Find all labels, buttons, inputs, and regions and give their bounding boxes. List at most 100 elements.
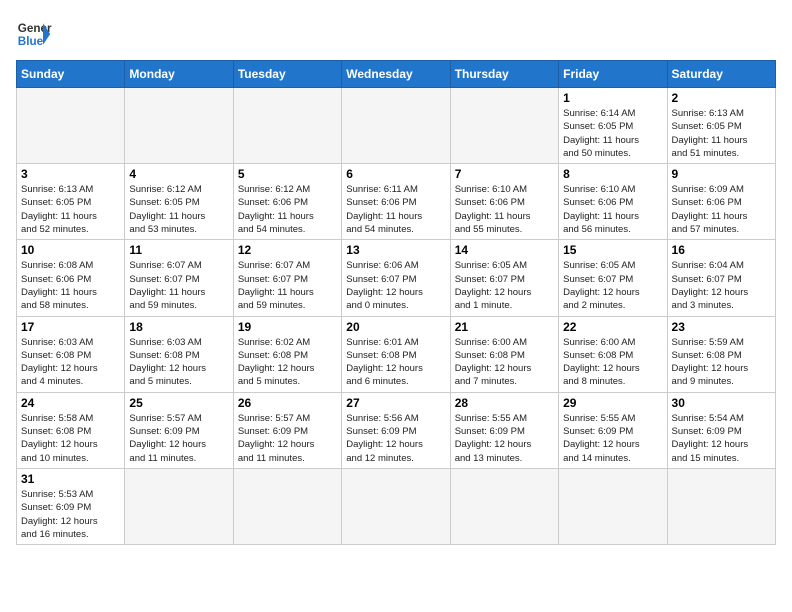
calendar-cell [450,88,558,164]
day-info: Sunrise: 6:05 AM Sunset: 6:07 PM Dayligh… [455,259,554,312]
calendar-week-3: 17 Sunrise: 6:03 AM Sunset: 6:08 PM Dayli… [17,316,776,392]
day-info: Sunrise: 6:12 AM Sunset: 6:05 PM Dayligh… [129,183,228,236]
calendar-cell: 26 Sunrise: 5:57 AM Sunset: 6:09 PM Dayli… [233,392,341,468]
day-info: Sunrise: 5:57 AM Sunset: 6:09 PM Dayligh… [129,412,228,465]
calendar-cell: 1 Sunrise: 6:14 AM Sunset: 6:05 PM Daylig… [559,88,667,164]
calendar-body: 1 Sunrise: 6:14 AM Sunset: 6:05 PM Daylig… [17,88,776,545]
calendar-cell: 2Sunrise: 6:13 AM Sunset: 6:05 PM Daylig… [667,88,775,164]
day-info: Sunrise: 6:07 AM Sunset: 6:07 PM Dayligh… [238,259,337,312]
day-info: Sunrise: 5:53 AM Sunset: 6:09 PM Dayligh… [21,488,120,541]
calendar-cell: 25 Sunrise: 5:57 AM Sunset: 6:09 PM Dayli… [125,392,233,468]
day-number: 13 [346,243,445,257]
day-info: Sunrise: 6:13 AM Sunset: 6:05 PM Dayligh… [21,183,120,236]
calendar-cell: 23 Sunrise: 5:59 AM Sunset: 6:08 PM Dayli… [667,316,775,392]
day-info: Sunrise: 6:11 AM Sunset: 6:06 PM Dayligh… [346,183,445,236]
day-number: 25 [129,396,228,410]
day-info: Sunrise: 6:00 AM Sunset: 6:08 PM Dayligh… [455,336,554,389]
calendar-cell [125,88,233,164]
day-info: Sunrise: 6:01 AM Sunset: 6:08 PM Dayligh… [346,336,445,389]
calendar-cell: 12Sunrise: 6:07 AM Sunset: 6:07 PM Dayli… [233,240,341,316]
day-number: 7 [455,167,554,181]
day-info: Sunrise: 6:04 AM Sunset: 6:07 PM Dayligh… [672,259,771,312]
weekday-header-monday: Monday [125,61,233,88]
page-header: General Blue [16,16,776,52]
day-number: 26 [238,396,337,410]
calendar-week-4: 24 Sunrise: 5:58 AM Sunset: 6:08 PM Dayli… [17,392,776,468]
day-info: Sunrise: 6:05 AM Sunset: 6:07 PM Dayligh… [563,259,662,312]
day-info: Sunrise: 6:13 AM Sunset: 6:05 PM Dayligh… [672,107,771,160]
day-number: 31 [21,472,120,486]
weekday-header-row: SundayMondayTuesdayWednesdayThursdayFrid… [17,61,776,88]
calendar-cell: 24 Sunrise: 5:58 AM Sunset: 6:08 PM Dayli… [17,392,125,468]
day-number: 27 [346,396,445,410]
calendar-cell: 20Sunrise: 6:01 AM Sunset: 6:08 PM Dayli… [342,316,450,392]
day-number: 4 [129,167,228,181]
calendar-cell: 21 Sunrise: 6:00 AM Sunset: 6:08 PM Dayli… [450,316,558,392]
weekday-header-wednesday: Wednesday [342,61,450,88]
day-info: Sunrise: 6:12 AM Sunset: 6:06 PM Dayligh… [238,183,337,236]
day-info: Sunrise: 6:07 AM Sunset: 6:07 PM Dayligh… [129,259,228,312]
day-info: Sunrise: 6:02 AM Sunset: 6:08 PM Dayligh… [238,336,337,389]
calendar-week-5: 31 Sunrise: 5:53 AM Sunset: 6:09 PM Dayli… [17,468,776,544]
calendar-cell: 3Sunrise: 6:13 AM Sunset: 6:05 PM Daylig… [17,164,125,240]
calendar-cell: 30Sunrise: 5:54 AM Sunset: 6:09 PM Dayli… [667,392,775,468]
calendar-cell [125,468,233,544]
weekday-header-thursday: Thursday [450,61,558,88]
logo: General Blue [16,16,52,52]
day-number: 1 [563,91,662,105]
calendar-cell: 8Sunrise: 6:10 AM Sunset: 6:06 PM Daylig… [559,164,667,240]
calendar-cell: 31 Sunrise: 5:53 AM Sunset: 6:09 PM Dayli… [17,468,125,544]
calendar-cell: 9Sunrise: 6:09 AM Sunset: 6:06 PM Daylig… [667,164,775,240]
calendar-cell [233,468,341,544]
day-info: Sunrise: 5:54 AM Sunset: 6:09 PM Dayligh… [672,412,771,465]
day-number: 14 [455,243,554,257]
calendar-table: SundayMondayTuesdayWednesdayThursdayFrid… [16,60,776,545]
day-number: 23 [672,320,771,334]
calendar-cell: 28Sunrise: 5:55 AM Sunset: 6:09 PM Dayli… [450,392,558,468]
calendar-cell: 18Sunrise: 6:03 AM Sunset: 6:08 PM Dayli… [125,316,233,392]
day-number: 10 [21,243,120,257]
calendar-cell: 13Sunrise: 6:06 AM Sunset: 6:07 PM Dayli… [342,240,450,316]
calendar-cell: 5Sunrise: 6:12 AM Sunset: 6:06 PM Daylig… [233,164,341,240]
calendar-cell: 14 Sunrise: 6:05 AM Sunset: 6:07 PM Dayli… [450,240,558,316]
day-number: 22 [563,320,662,334]
day-info: Sunrise: 6:14 AM Sunset: 6:05 PM Dayligh… [563,107,662,160]
weekday-header-saturday: Saturday [667,61,775,88]
weekday-header-tuesday: Tuesday [233,61,341,88]
calendar-week-1: 3Sunrise: 6:13 AM Sunset: 6:05 PM Daylig… [17,164,776,240]
day-info: Sunrise: 5:59 AM Sunset: 6:08 PM Dayligh… [672,336,771,389]
svg-text:Blue: Blue [18,35,44,48]
day-info: Sunrise: 6:03 AM Sunset: 6:08 PM Dayligh… [21,336,120,389]
calendar-cell [559,468,667,544]
calendar-cell [17,88,125,164]
calendar-cell: 6 Sunrise: 6:11 AM Sunset: 6:06 PM Daylig… [342,164,450,240]
day-info: Sunrise: 5:55 AM Sunset: 6:09 PM Dayligh… [455,412,554,465]
day-number: 17 [21,320,120,334]
day-info: Sunrise: 5:57 AM Sunset: 6:09 PM Dayligh… [238,412,337,465]
calendar-cell: 29 Sunrise: 5:55 AM Sunset: 6:09 PM Dayli… [559,392,667,468]
calendar-week-0: 1 Sunrise: 6:14 AM Sunset: 6:05 PM Daylig… [17,88,776,164]
weekday-header-friday: Friday [559,61,667,88]
calendar-week-2: 10 Sunrise: 6:08 AM Sunset: 6:06 PM Dayli… [17,240,776,316]
day-number: 15 [563,243,662,257]
day-number: 19 [238,320,337,334]
day-info: Sunrise: 5:58 AM Sunset: 6:08 PM Dayligh… [21,412,120,465]
day-number: 29 [563,396,662,410]
day-number: 11 [129,243,228,257]
calendar-cell [342,88,450,164]
day-number: 6 [346,167,445,181]
day-info: Sunrise: 6:08 AM Sunset: 6:06 PM Dayligh… [21,259,120,312]
calendar-cell: 17 Sunrise: 6:03 AM Sunset: 6:08 PM Dayli… [17,316,125,392]
weekday-header-sunday: Sunday [17,61,125,88]
logo-icon: General Blue [16,16,52,52]
calendar-cell: 10 Sunrise: 6:08 AM Sunset: 6:06 PM Dayli… [17,240,125,316]
day-number: 24 [21,396,120,410]
calendar-cell: 27Sunrise: 5:56 AM Sunset: 6:09 PM Dayli… [342,392,450,468]
day-number: 21 [455,320,554,334]
calendar-cell [342,468,450,544]
calendar-header: SundayMondayTuesdayWednesdayThursdayFrid… [17,61,776,88]
day-info: Sunrise: 6:03 AM Sunset: 6:08 PM Dayligh… [129,336,228,389]
calendar-cell: 22Sunrise: 6:00 AM Sunset: 6:08 PM Dayli… [559,316,667,392]
calendar-cell [233,88,341,164]
day-info: Sunrise: 5:55 AM Sunset: 6:09 PM Dayligh… [563,412,662,465]
